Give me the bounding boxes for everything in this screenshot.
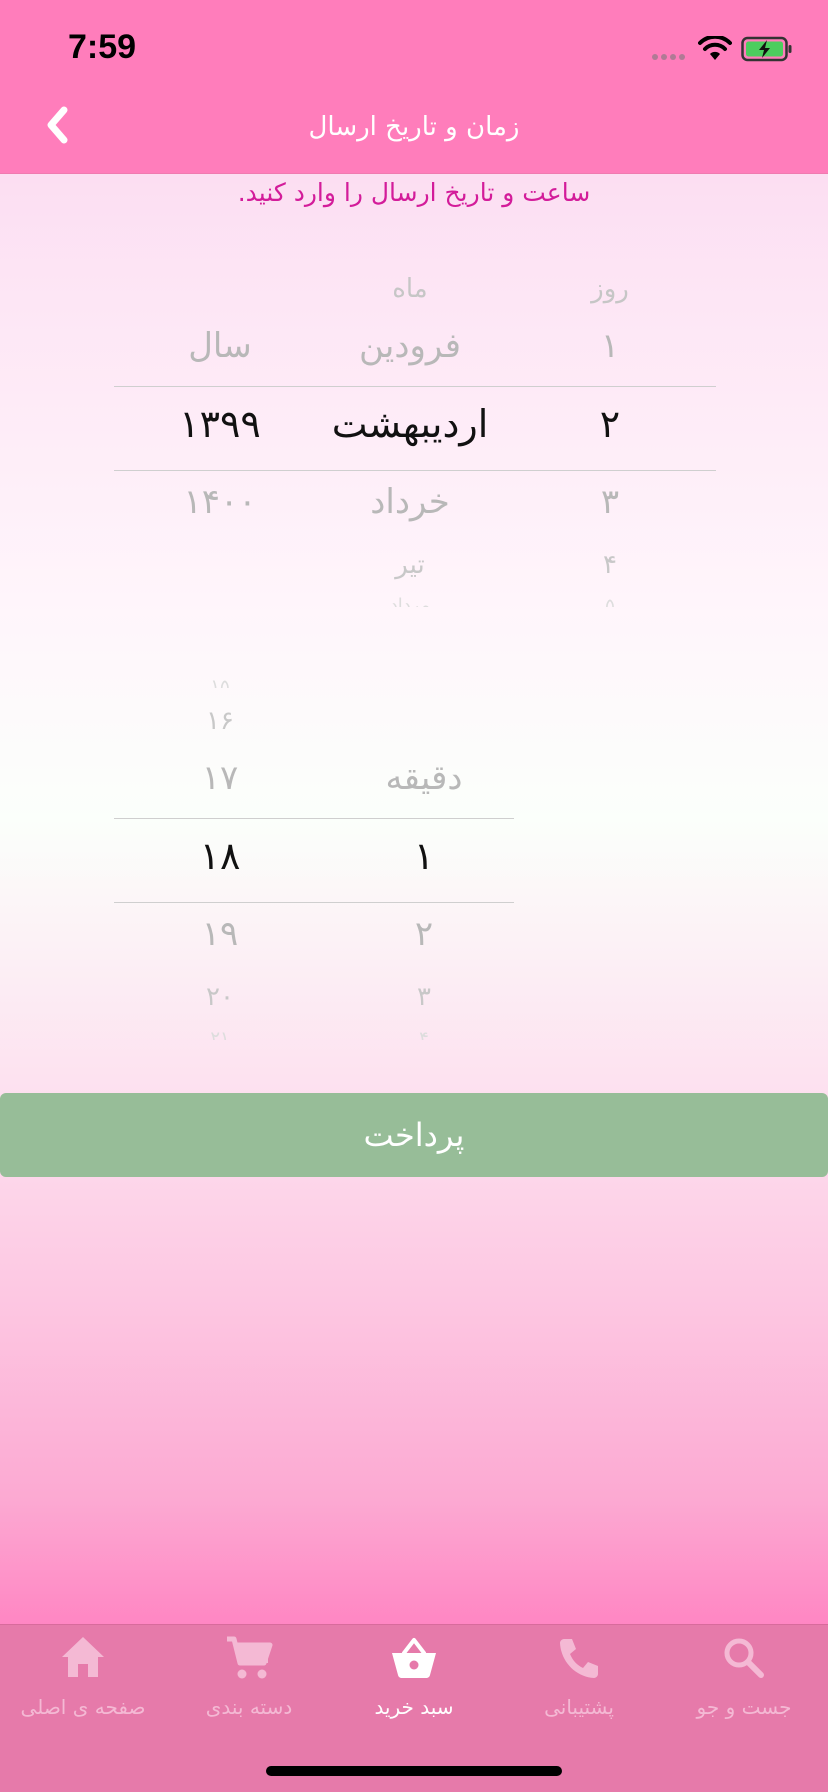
minute-option[interactable]: ۴: [334, 1028, 514, 1040]
status-bar: 7:59: [0, 0, 828, 88]
page-title: زمان و تاریخ ارسال: [308, 112, 520, 142]
year-selected[interactable]: ۱۳۹۹: [150, 402, 290, 446]
home-indicator: [266, 1766, 562, 1776]
year-option[interactable]: ۱۴۰۰: [150, 482, 290, 522]
tab-support[interactable]: پشتیبانی: [496, 1625, 662, 1725]
phone-icon: [560, 1639, 598, 1678]
day-placeholder: روز: [591, 274, 629, 304]
selection-line-top: [114, 818, 514, 819]
hour-option[interactable]: ۱۶: [170, 706, 270, 736]
day-option[interactable]: ۳: [570, 482, 650, 522]
day-selected[interactable]: ۲: [570, 402, 650, 446]
date-picker[interactable]: روز ۱ ۲ ۳ ۴ ۵ ماه فرودین اردیبهشت خرداد …: [114, 270, 716, 610]
month-selected[interactable]: اردیبهشت: [290, 402, 530, 446]
pay-button[interactable]: پرداخت: [0, 1093, 828, 1177]
hour-option[interactable]: ۱۷: [170, 758, 270, 798]
month-option[interactable]: تیر: [290, 550, 530, 580]
tab-home[interactable]: صفحه ی اصلی: [0, 1625, 166, 1725]
hour-option[interactable]: ۱۹: [170, 914, 270, 954]
tab-label: پشتیبانی: [544, 1695, 614, 1719]
hour-selected[interactable]: ۱۸: [170, 834, 270, 878]
hour-option[interactable]: ۱۵: [170, 676, 270, 688]
home-icon: [62, 1637, 104, 1677]
hour-option[interactable]: ۲۱: [170, 1028, 270, 1040]
cellular-signal-icon: [652, 54, 685, 60]
tab-label: سبد خرید: [374, 1695, 454, 1719]
selection-line-bottom: [114, 902, 514, 903]
month-placeholder: ماه: [392, 274, 428, 304]
month-option[interactable]: مرداد: [290, 595, 530, 607]
minute-placeholder: دقیقه: [385, 758, 463, 798]
hour-option[interactable]: ۲۰: [170, 982, 270, 1012]
tab-label: صفحه ی اصلی: [20, 1695, 146, 1719]
tab-label: دسته بندی: [205, 1695, 293, 1719]
search-icon: [724, 1638, 764, 1678]
navigation-bar: زمان و تاریخ ارسال: [0, 88, 828, 174]
minute-option[interactable]: ۳: [334, 982, 514, 1012]
instruction-text: ساعت و تاریخ ارسال را وارد کنید.: [237, 178, 591, 207]
year-placeholder: سال: [188, 326, 252, 366]
month-option[interactable]: خرداد: [290, 482, 530, 522]
wifi-icon: [698, 36, 732, 60]
tab-category[interactable]: دسته بندی: [166, 1625, 332, 1725]
selection-line-top: [114, 386, 716, 387]
status-time: 7:59: [68, 28, 137, 66]
day-option[interactable]: ۴: [570, 550, 650, 580]
day-option[interactable]: ۱: [570, 326, 650, 366]
selection-line-bottom: [114, 470, 716, 471]
tab-search[interactable]: جست و جو: [661, 1625, 827, 1725]
minute-option[interactable]: ۲: [334, 914, 514, 954]
basket-icon: [392, 1638, 436, 1678]
time-picker[interactable]: ۱۵ ۱۶ ۱۷ ۱۸ ۱۹ ۲۰ ۲۱ دقیقه ۱ ۲ ۳ ۴: [114, 670, 514, 1050]
month-option[interactable]: فرودین: [290, 326, 530, 366]
cart-icon: [227, 1636, 273, 1679]
minute-selected[interactable]: ۱: [334, 834, 514, 878]
tab-basket[interactable]: سبد خرید: [331, 1625, 497, 1725]
tab-label: جست و جو: [696, 1695, 792, 1719]
day-option[interactable]: ۵: [570, 595, 650, 607]
battery-charging-icon: [741, 36, 792, 62]
